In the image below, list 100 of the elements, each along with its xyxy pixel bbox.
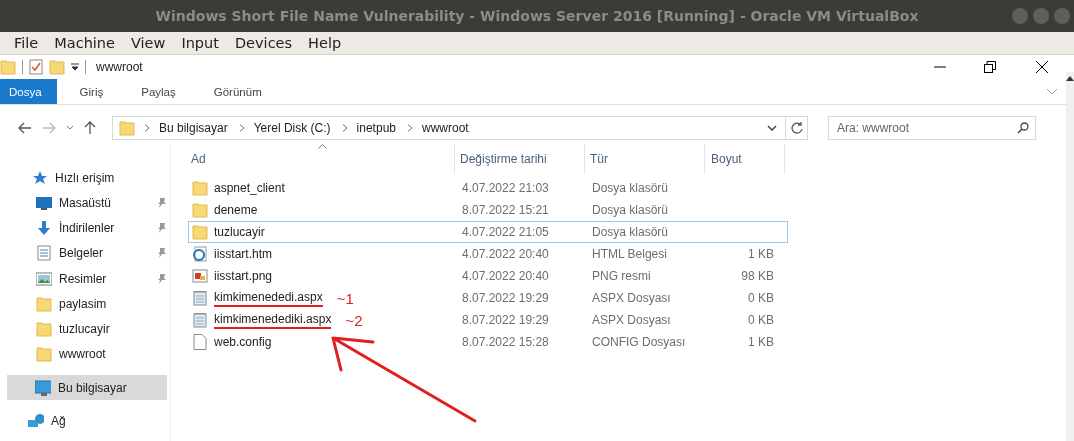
- annotation-label: ~1: [336, 289, 354, 307]
- ribbon-tab[interactable]: Giriş: [64, 79, 119, 104]
- explorer-title: wwwroot: [96, 60, 143, 74]
- size-cell: 0 KB: [748, 313, 774, 327]
- menu-item[interactable]: File: [6, 35, 47, 51]
- file-icon: [192, 334, 208, 350]
- date-cell-text: 4.07.2022 20:40: [461, 269, 550, 283]
- file-name: deneme: [214, 203, 258, 217]
- type-cell-text: ASPX Dosyası: [591, 313, 672, 327]
- scroll-bar[interactable]: [1066, 72, 1074, 441]
- menu-item[interactable]: Help: [300, 35, 350, 51]
- date-cell-text: 4.07.2022 20:40: [461, 247, 550, 261]
- chevron-right-icon: [144, 124, 150, 132]
- type-cell-text: HTML Belgesi: [591, 247, 668, 261]
- sidebar-item[interactable]: Ağ: [0, 408, 159, 434]
- date-cell-text: 8.07.2022 15:28: [461, 335, 550, 349]
- chevron-right-icon: [341, 124, 348, 132]
- file-row[interactable]: web.config 8.07.2022 15:28 CONFIG Dosyası 1 KB: [188, 331, 788, 353]
- file-name: iisstart.png: [214, 269, 273, 283]
- column-header[interactable]: Ad: [188, 144, 455, 174]
- menu-item[interactable]: View: [122, 35, 174, 51]
- chevron-down-icon[interactable]: [66, 125, 74, 131]
- type-cell-text: Dosya klasörü: [591, 225, 670, 239]
- close-icon[interactable]: [1036, 61, 1048, 73]
- size-cell: 1 KB: [748, 335, 774, 349]
- sidebar-item[interactable]: tuzlucayir: [0, 316, 167, 342]
- column-header[interactable]: Tür: [585, 144, 705, 174]
- refresh-button[interactable]: [786, 116, 808, 140]
- network-icon: [28, 412, 44, 429]
- sidebar-item[interactable]: Resimler: [0, 265, 167, 292]
- menu-item[interactable]: Machine: [46, 35, 123, 51]
- folder-icon: [36, 321, 52, 338]
- size-cell: 98 KB: [741, 269, 774, 283]
- breadcrumb-item[interactable]: inetpub: [356, 121, 396, 135]
- back-arrow-icon[interactable]: [18, 122, 32, 134]
- ribbon-tab[interactable]: Görünüm: [198, 79, 277, 104]
- file-row[interactable]: kimkimenedediki.aspx ~2 8.07.2022 19:29 ASPX Dosyası 0 KB: [188, 309, 788, 331]
- sidebar-item[interactable]: Bu bilgisayar: [7, 375, 167, 401]
- file-row[interactable]: tuzlucayir 4.07.2022 21:05 Dosya klasörü: [188, 221, 788, 243]
- file-name: web.config: [214, 335, 272, 349]
- folder-icon: [192, 180, 208, 196]
- notepad-icon: [192, 290, 208, 306]
- file-name: kimkimenededi.aspx: [214, 289, 323, 307]
- folder-icon: [192, 202, 208, 218]
- size-cell: 1 KB: [748, 247, 774, 261]
- file-row[interactable]: iisstart.png 4.07.2022 20:40 PNG resmi 98 KB: [188, 265, 788, 287]
- type-cell-text: PNG resmi: [591, 269, 652, 283]
- date-cell-text: 8.07.2022 19:29: [461, 313, 550, 327]
- monitor-icon: [36, 194, 52, 211]
- sidebar-item[interactable]: İndirilenler: [0, 215, 167, 241]
- notepad-icon: [192, 312, 208, 328]
- date-cell-text: 4.07.2022 21:05: [461, 225, 550, 239]
- chevron-down-icon[interactable]: [767, 125, 777, 131]
- chevron-right-icon: [238, 124, 245, 132]
- search-field[interactable]: Ara: wwwroot: [828, 116, 1036, 140]
- file-row[interactable]: aspnet_client 4.07.2022 21:03 Dosya klasörü: [188, 177, 788, 199]
- file-name: tuzlucayir: [214, 225, 265, 239]
- column-header[interactable]: Boyut: [705, 144, 785, 174]
- sidebar-item[interactable]: wwwroot: [0, 341, 167, 368]
- ribbon-tab[interactable]: Paylaş: [126, 79, 191, 104]
- folder-icon: [36, 346, 52, 363]
- folder-icon: [119, 120, 135, 136]
- refresh-icon: [790, 122, 803, 134]
- file-row[interactable]: deneme 8.07.2022 15:21 Dosya klasörü: [188, 199, 788, 221]
- type-cell-text: Dosya klasörü: [591, 203, 670, 217]
- file-name: iisstart.htm: [214, 247, 272, 261]
- sidebar-item[interactable]: paylasim: [0, 291, 167, 317]
- type-cell-text: ASPX Dosyası: [591, 291, 672, 305]
- column-header[interactable]: Değiştirme tarihi: [455, 144, 585, 174]
- menu-item[interactable]: Input: [173, 35, 227, 51]
- sidebar-item[interactable]: Masaüstü: [0, 190, 167, 216]
- folder-icon: [49, 59, 65, 75]
- search-icon: [1017, 122, 1029, 134]
- size-cell: 0 KB: [748, 291, 774, 305]
- sidebar-item[interactable]: Hızlı erişim: [0, 166, 163, 190]
- window-title: Windows Short File Name Vulnerability - Windows Server 2016 [Running] - Oracle VM VirtualBox: [155, 8, 919, 24]
- properties-icon[interactable]: [29, 59, 43, 75]
- address-bar[interactable]: Bu bilgisayar Yerel Disk (C:) inetpub wwwroot: [112, 116, 786, 140]
- star-icon: [32, 170, 48, 186]
- up-arrow-icon[interactable]: [84, 121, 96, 135]
- computer-icon: [35, 379, 51, 396]
- chevron-right-icon: [407, 124, 413, 132]
- file-row[interactable]: iisstart.htm 4.07.2022 20:40 HTML Belgesi 1 KB: [188, 243, 788, 265]
- file-name: kimkimenedediki.aspx: [214, 311, 332, 329]
- breadcrumb-item[interactable]: Yerel Disk (C:): [253, 121, 331, 135]
- dropdown-icon[interactable]: [71, 63, 79, 71]
- scroll-up-icon[interactable]: [1066, 76, 1074, 81]
- breadcrumb-item[interactable]: wwwroot: [422, 121, 469, 135]
- globe-document-icon: [192, 246, 208, 262]
- date-cell-text: 8.07.2022 19:29: [461, 291, 550, 305]
- sidebar-item[interactable]: Belgeler: [0, 240, 167, 266]
- ribbon-tab[interactable]: Dosya: [0, 79, 57, 104]
- breadcrumb-item[interactable]: Bu bilgisayar: [159, 121, 228, 135]
- document-icon: [36, 245, 52, 262]
- file-row[interactable]: kimkimenededi.aspx ~1 8.07.2022 19:29 ASPX Dosyası 0 KB: [188, 287, 788, 309]
- restore-icon[interactable]: [984, 61, 996, 73]
- folder-icon: [192, 224, 208, 240]
- menu-item[interactable]: Devices: [226, 35, 301, 51]
- folder-icon: [36, 295, 52, 312]
- image-file-icon: [192, 268, 208, 284]
